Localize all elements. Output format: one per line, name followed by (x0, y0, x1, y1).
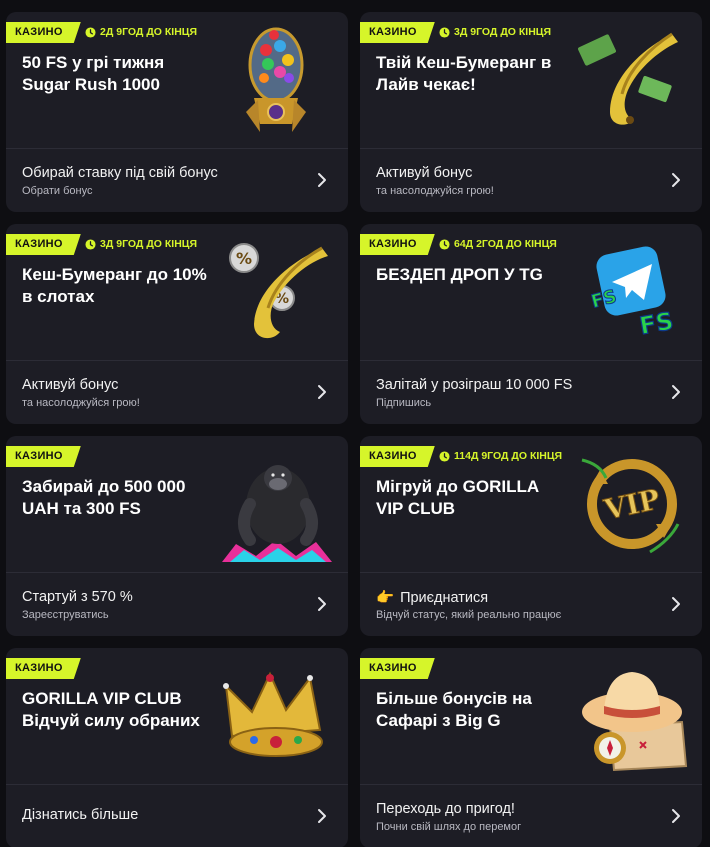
promo-card[interactable]: КАЗИНО 2Д 9ГОД ДО КІНЦЯ 50 FS у грі тижн… (6, 12, 348, 212)
category-badge: КАЗИНО (360, 234, 435, 255)
promo-card-footer[interactable]: Переходь до пригод! Почни свій шлях до п… (360, 785, 702, 847)
promo-cta[interactable]: Залітай у розіграш 10 000 FS (376, 377, 572, 393)
category-badge: КАЗИНО (360, 658, 435, 679)
promo-title: GORILLA VIP CLUB Відчуй силу обраних (22, 689, 200, 730)
countdown-timer: 64Д 2ГОД ДО КІНЦЯ (439, 234, 557, 255)
countdown-timer: 2Д 9ГОД ДО КІНЦЯ (85, 22, 197, 43)
promo-subtext: та насолоджуйся грою! (376, 185, 494, 197)
promo-card-footer[interactable]: Обирай ставку під свій бонус Обрати бону… (6, 149, 348, 212)
promo-cta[interactable]: Дізнатись більше (22, 807, 138, 823)
promo-card-footer[interactable]: Стартуй з 570 % Зареєструватись (6, 573, 348, 636)
chevron-right-icon[interactable] (670, 807, 682, 825)
promo-title: Більше бонусів на Сафарі з Big G (376, 689, 532, 730)
chevron-right-icon[interactable] (316, 383, 328, 401)
promo-subtext: Обрати бонус (22, 185, 93, 197)
promo-cta[interactable]: Активуй бонус (376, 165, 472, 181)
clock-icon (85, 239, 96, 250)
promo-subtext: Відчуй статус, який реально працює (376, 609, 562, 621)
chevron-right-icon[interactable] (670, 595, 682, 613)
promo-title: Твій Кеш-Бумеранг в Лайв чекає! (376, 53, 552, 94)
promo-card-footer[interactable]: Дізнатись більше (6, 785, 348, 847)
pointing-hand-icon: 👉 (376, 590, 395, 606)
promo-card[interactable]: КАЗИНО Більше бонусів на Сафарі з Big G … (360, 648, 702, 847)
timer-text: 64Д 2ГОД ДО КІНЦЯ (454, 238, 557, 250)
promo-cta[interactable]: 👉 Приєднатися (376, 589, 488, 606)
promo-card-header: КАЗИНО 114Д 9ГОД ДО КІНЦЯ Мігруй до GORI… (360, 436, 702, 573)
promo-card-footer[interactable]: Активуй бонус та насолоджуйся грою! (6, 361, 348, 424)
promo-card-header: КАЗИНО GORILLA VIP CLUB Відчуй силу обра… (6, 648, 348, 785)
gorilla-icon (222, 465, 332, 562)
promo-card[interactable]: КАЗИНО GORILLA VIP CLUB Відчуй силу обра… (6, 648, 348, 847)
promo-subtext: Підпишись (376, 397, 432, 409)
promo-cta[interactable]: Переходь до пригод! (376, 801, 515, 817)
promo-card-header: КАЗИНО 64Д 2ГОД ДО КІНЦЯ БЕЗДЕП ДРОП У T… (360, 224, 702, 361)
clock-icon (439, 239, 450, 250)
timer-text: 3Д 9ГОД ДО КІНЦЯ (454, 26, 552, 38)
chevron-right-icon[interactable] (670, 171, 682, 189)
promo-card-header: КАЗИНО 3Д 9ГОД ДО КІНЦЯ Твій Кеш-Бумеран… (360, 12, 702, 149)
safari-hat-icon (582, 672, 688, 772)
svg-text:%: % (236, 249, 252, 268)
promo-cta[interactable]: Активуй бонус (22, 377, 118, 393)
promo-subtext: Зареєструватись (22, 609, 109, 621)
banana-boomerang-percent-icon: % % (229, 243, 328, 339)
svg-text:VIP: VIP (600, 483, 663, 527)
promo-card-footer[interactable]: 👉 Приєднатися Відчуй статус, який реально… (360, 573, 702, 636)
promo-card-header: КАЗИНО Більше бонусів на Сафарі з Big G (360, 648, 702, 785)
timer-text: 3Д 9ГОД ДО КІНЦЯ (100, 238, 198, 250)
promo-card-header: КАЗИНО 2Д 9ГОД ДО КІНЦЯ 50 FS у грі тижн… (6, 12, 348, 149)
promo-title: БЕЗДЕП ДРОП У TG (376, 265, 543, 284)
promo-title: 50 FS у грі тижня Sugar Rush 1000 (22, 53, 165, 94)
promo-card-footer[interactable]: Активуй бонус та насолоджуйся грою! (360, 149, 702, 212)
timer-text: 114Д 9ГОД ДО КІНЦЯ (454, 450, 563, 462)
category-badge: КАЗИНО (360, 446, 435, 467)
promo-card-header: КАЗИНО Забирай до 500 000 UAH та 300 FS (6, 436, 348, 573)
crown-icon (223, 671, 323, 757)
countdown-timer: 114Д 9ГОД ДО КІНЦЯ (439, 446, 562, 467)
promo-title: Мігруй до GORILLA VIP CLUB (376, 477, 539, 518)
promo-title: Забирай до 500 000 UAH та 300 FS (22, 477, 186, 518)
promo-subtext: Почни свій шлях до перемог (376, 821, 522, 833)
promotions-grid: КАЗИНО 2Д 9ГОД ДО КІНЦЯ 50 FS у грі тижн… (6, 12, 702, 847)
countdown-timer: 3Д 9ГОД ДО КІНЦЯ (85, 234, 197, 255)
chevron-right-icon[interactable] (316, 595, 328, 613)
clock-icon (439, 27, 450, 38)
promo-card[interactable]: КАЗИНО 64Д 2ГОД ДО КІНЦЯ БЕЗДЕП ДРОП У T… (360, 224, 702, 424)
category-badge: КАЗИНО (360, 22, 435, 43)
svg-text:FS: FS (637, 307, 675, 340)
promo-card-footer[interactable]: Залітай у розіграш 10 000 FS Підпишись (360, 361, 702, 424)
chevron-right-icon[interactable] (316, 807, 328, 825)
category-badge: КАЗИНО (6, 234, 81, 255)
countdown-timer: 3Д 9ГОД ДО КІНЦЯ (439, 22, 551, 43)
clock-icon (85, 27, 96, 38)
category-badge: КАЗИНО (6, 446, 81, 467)
promo-title: Кеш-Бумеранг до 10% в слотах (22, 265, 207, 306)
promo-card-header: КАЗИНО 3Д 9ГОД ДО КІНЦЯ Кеш-Бумеранг до … (6, 224, 348, 361)
candy-rocket-icon (246, 27, 306, 132)
category-badge: КАЗИНО (6, 22, 81, 43)
promo-card[interactable]: КАЗИНО Забирай до 500 000 UAH та 300 FS … (6, 436, 348, 636)
chevron-right-icon[interactable] (670, 383, 682, 401)
clock-icon (439, 451, 450, 462)
timer-text: 2Д 9ГОД ДО КІНЦЯ (100, 26, 198, 38)
vip-emblem-icon: VIP (581, 458, 680, 554)
promo-subtext: та насолоджуйся грою! (22, 397, 140, 409)
telegram-fs-icon: FS FS (589, 246, 676, 341)
promo-cta[interactable]: Обирай ставку під свій бонус (22, 165, 218, 181)
promo-cta-label: Приєднатися (400, 590, 489, 606)
promo-card[interactable]: КАЗИНО 3Д 9ГОД ДО КІНЦЯ Твій Кеш-Бумеран… (360, 12, 702, 212)
promo-card[interactable]: КАЗИНО 114Д 9ГОД ДО КІНЦЯ Мігруй до GORI… (360, 436, 702, 636)
banana-boomerang-cash-icon (578, 32, 678, 125)
category-badge: КАЗИНО (6, 658, 81, 679)
promo-cta[interactable]: Стартуй з 570 % (22, 589, 133, 605)
chevron-right-icon[interactable] (316, 171, 328, 189)
promo-card[interactable]: КАЗИНО 3Д 9ГОД ДО КІНЦЯ Кеш-Бумеранг до … (6, 224, 348, 424)
